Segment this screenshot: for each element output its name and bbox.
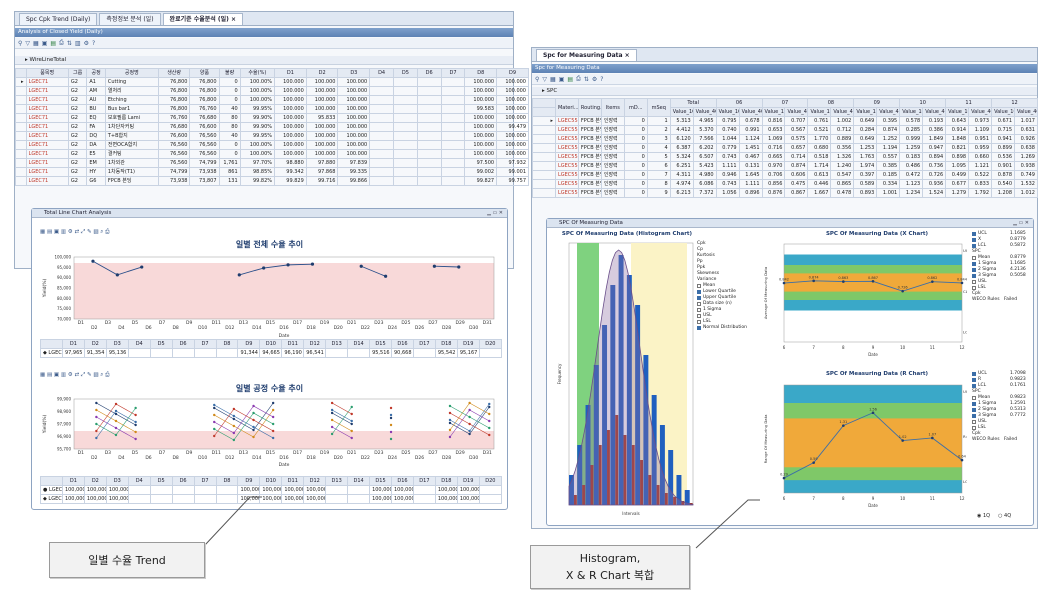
callout-histogram-xr: Histogram, X & R Chart 복합 bbox=[530, 545, 690, 589]
callout-daily-yield-trend: 일별 수율 Trend bbox=[49, 542, 205, 578]
callout-line2: X & R Chart 복합 bbox=[565, 569, 655, 582]
left-leader-line bbox=[204, 496, 262, 546]
callout-line1: Histogram, bbox=[579, 552, 641, 565]
leader-lines bbox=[204, 496, 760, 549]
right-leader-line bbox=[695, 499, 760, 549]
